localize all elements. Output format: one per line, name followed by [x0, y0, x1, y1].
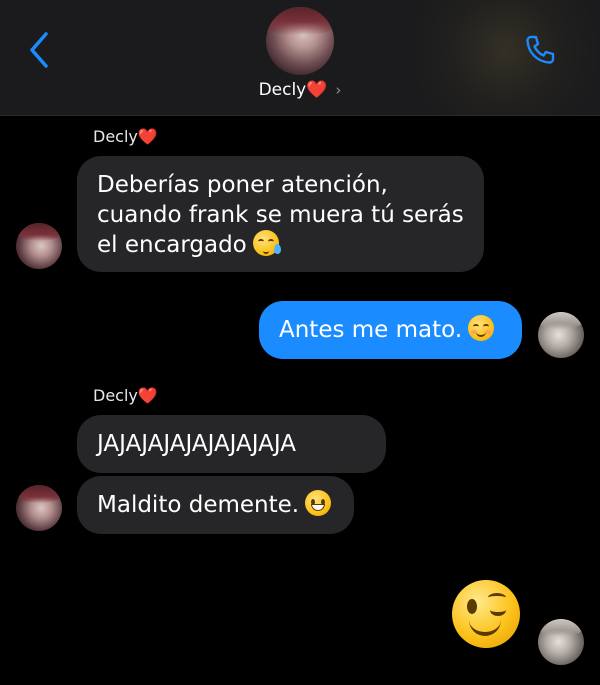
contact-name-button[interactable]: Decly❤️ › [0, 80, 600, 100]
sleepy-face-emoji [252, 230, 281, 256]
chevron-left-icon [30, 32, 48, 68]
user-avatar-small[interactable] [538, 619, 584, 665]
heart-icon: ❤️ [137, 386, 158, 405]
heart-icon: ❤️ [137, 127, 158, 146]
chat-header: Decly❤️ › [0, 0, 600, 115]
back-button[interactable] [26, 30, 56, 70]
user-avatar-small[interactable] [538, 312, 584, 358]
message-line: el encargado [97, 232, 247, 258]
message-line: Deberías poner atención, [97, 172, 388, 198]
phone-icon [526, 35, 555, 64]
chevron-right-icon: › [335, 81, 342, 99]
message-line: Antes me mato. [279, 317, 463, 343]
message-line: JAJAJAJAJAJAJAJAJA [97, 431, 297, 457]
contact-name: Decly [258, 80, 307, 100]
message-bubble-outgoing[interactable]: Antes me mato. [259, 301, 522, 359]
grinning-face-emoji [305, 490, 332, 516]
winking-face-emoji[interactable] [452, 580, 520, 648]
message-bubble-incoming[interactable]: Deberías poner atención, cuando frank se… [77, 156, 484, 272]
contact-avatar[interactable] [266, 7, 334, 75]
sender-label: Decly❤️ [93, 127, 158, 146]
call-button[interactable] [522, 32, 558, 68]
message-bubble-incoming[interactable]: JAJAJAJAJAJAJAJAJA [77, 415, 386, 473]
heart-icon: ❤️ [306, 80, 328, 100]
header-divider [0, 115, 600, 116]
contact-avatar-small[interactable] [16, 485, 62, 531]
message-bubble-incoming[interactable]: Maldito demente. [77, 476, 354, 534]
message-line: Maldito demente. [97, 492, 300, 518]
smiling-face-emoji [468, 315, 495, 341]
message-line: cuando frank se muera tú serás [97, 202, 464, 228]
sender-label: Decly❤️ [93, 386, 158, 405]
contact-avatar-small[interactable] [16, 223, 62, 269]
